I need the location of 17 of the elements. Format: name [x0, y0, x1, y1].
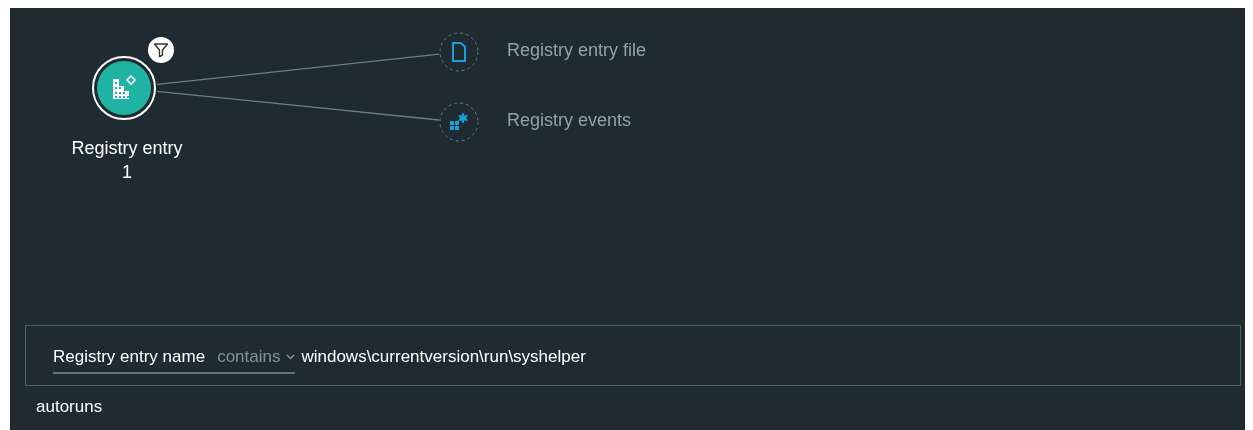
node-count: 1: [122, 161, 132, 184]
filter-icon: [153, 42, 169, 58]
filter-value[interactable]: windows\currentversion\run\syshelper: [301, 346, 586, 367]
document-icon: [451, 42, 467, 62]
operator-dropdown[interactable]: contains: [217, 347, 296, 367]
node-label: Registry entry: [71, 137, 183, 160]
child-node[interactable]: [439, 102, 479, 142]
building-icon: [110, 74, 138, 102]
field-name: Registry entry name: [53, 347, 206, 367]
child-node[interactable]: [439, 32, 479, 72]
query-name: autoruns: [36, 397, 104, 417]
sparkle-squares-icon: [449, 111, 469, 131]
registry-node[interactable]: [92, 56, 156, 120]
chevron-down-icon: [286, 354, 296, 360]
node-label[interactable]: Registry events: [507, 110, 632, 131]
node-label[interactable]: Registry entry file: [507, 40, 647, 61]
field-selector[interactable]: Registry entry name contains: [53, 343, 296, 374]
